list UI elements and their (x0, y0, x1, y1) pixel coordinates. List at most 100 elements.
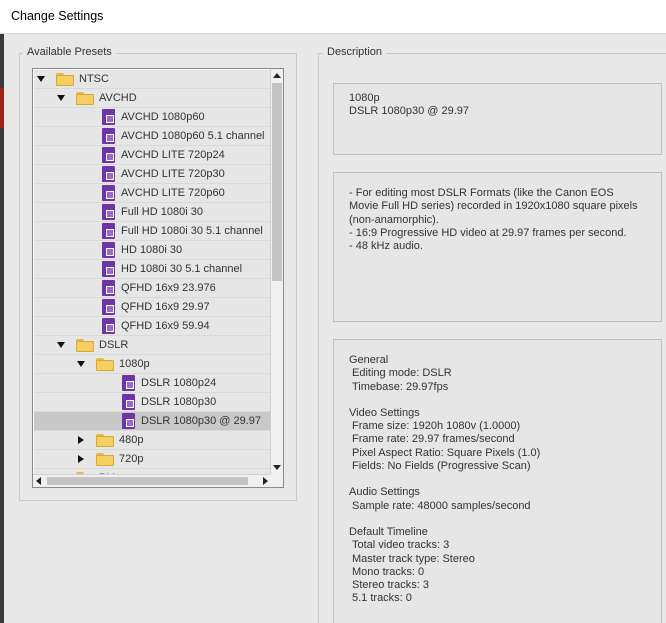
preset-label: Full HD 1080i 30 5.1 channel (121, 225, 263, 237)
arrow-up-icon (273, 73, 281, 78)
background-window-edge (0, 34, 4, 623)
folder-label: 720p (119, 453, 144, 465)
preset-file-icon (102, 280, 115, 296)
tree-folder-row[interactable]: 720p (34, 450, 271, 469)
expand-arrow-down-icon[interactable] (37, 76, 45, 82)
details-item: Timebase: 29.97fps (352, 380, 449, 393)
preset-label: DSLR 1080p30 @ 29.97 (141, 415, 262, 427)
presets-tree-rows: NTSC AVCHD AVCHD 1080p60 AVCHD 1080p60 5.1 … (34, 70, 271, 474)
arrow-left-icon[interactable] (36, 477, 41, 485)
folder-label: AVCHD (99, 92, 137, 104)
details-heading: Audio Settings (349, 486, 420, 499)
preset-label: HD 1080i 30 5.1 channel (121, 263, 243, 275)
tree-preset-row[interactable]: AVCHD LITE 720p24 (34, 146, 271, 165)
tree-folder-row[interactable]: DSLR (34, 336, 271, 355)
tree-preset-row[interactable]: DSLR 1080p30 @ 29.97 (34, 412, 271, 431)
preset-file-icon (122, 375, 135, 391)
notes-line: - For editing most DSLR Formats (like th… (349, 187, 614, 199)
notes-line: - 16:9 Progressive HD video at 29.97 fra… (349, 226, 627, 239)
folder-label: 1080p (119, 358, 150, 370)
tree-preset-row[interactable]: HD 1080i 30 (34, 241, 271, 260)
preset-label: AVCHD LITE 720p24 (121, 149, 225, 161)
description-details-box: General Editing mode: DSLR Timebase: 29.97… (333, 339, 662, 623)
tree-folder-row[interactable]: AVCHD (34, 89, 271, 108)
expand-arrow-right-icon[interactable] (78, 455, 84, 463)
tree-preset-row[interactable]: QFHD 16x9 29.97 (34, 298, 271, 317)
preset-label: HD 1080i 30 (121, 244, 183, 256)
summary-line: 1080p (349, 92, 380, 104)
tree-preset-row[interactable]: Full HD 1080i 30 (34, 203, 271, 222)
preset-file-icon (102, 147, 115, 163)
details-item: Editing mode: DSLR (352, 367, 452, 380)
folder-label: 480p (119, 434, 144, 446)
summary-line: DSLR 1080p30 @ 29.97 (349, 105, 470, 118)
tree-preset-row[interactable]: AVCHD LITE 720p30 (34, 165, 271, 184)
tree-preset-row[interactable]: QFHD 16x9 23.976 (34, 279, 271, 298)
details-item: Stereo tracks: 3 (352, 579, 430, 592)
preset-label: Full HD 1080i 30 (121, 206, 203, 218)
preset-label: AVCHD 1080p60 5.1 channel (121, 130, 265, 142)
tree-preset-row[interactable]: AVCHD 1080p60 5.1 channel (34, 127, 271, 146)
preset-label: DSLR 1080p24 (141, 377, 217, 389)
preset-file-icon (122, 394, 135, 410)
preset-file-icon (102, 185, 115, 201)
preset-label: AVCHD LITE 720p30 (121, 168, 225, 180)
tree-preset-row[interactable]: HD 1080i 30 5.1 channel (34, 260, 271, 279)
tree-folder-row[interactable]: 480p (34, 431, 271, 450)
preset-label: QFHD 16x9 29.97 (121, 301, 210, 313)
folder-label: NTSC (79, 73, 109, 85)
vertical-scroll-thumb[interactable] (272, 83, 282, 281)
tree-preset-row[interactable]: AVCHD 1080p60 (34, 108, 271, 127)
expand-arrow-right-icon[interactable] (78, 436, 84, 444)
preset-file-icon (102, 318, 115, 334)
preset-file-icon (102, 109, 115, 125)
details-item: Fields: No Fields (Progressive Scan) (352, 460, 531, 473)
tree-folder-row[interactable]: 1080p (34, 355, 271, 374)
description-label: Description (323, 46, 387, 58)
details-item: Pixel Aspect Ratio: Square Pixels (1.0) (352, 446, 541, 459)
preset-file-icon (102, 128, 115, 144)
preset-file-icon (102, 166, 115, 182)
horizontal-scrollbar[interactable] (33, 474, 271, 487)
tree-preset-row[interactable]: DSLR 1080p24 (34, 374, 271, 393)
expand-arrow-down-icon[interactable] (77, 361, 85, 367)
preset-file-icon (102, 204, 115, 220)
folder-label: DSLR (99, 339, 129, 351)
vertical-scrollbar[interactable] (270, 69, 283, 474)
details-item: Frame size: 1920h 1080v (1.0000) (352, 420, 521, 433)
scroll-up-button[interactable] (271, 70, 283, 82)
tree-preset-row[interactable]: QFHD 16x9 59.94 (34, 317, 271, 336)
expand-arrow-down-icon[interactable] (57, 95, 65, 101)
details-heading: Video Settings (349, 406, 420, 419)
horizontal-scroll-thumb[interactable] (47, 477, 248, 485)
details-item: Master track type: Stereo (352, 552, 475, 565)
preset-label: AVCHD 1080p60 (121, 111, 205, 123)
tree-preset-row[interactable]: DSLR 1080p30 (34, 393, 271, 412)
description-summary-box: 1080p DSLR 1080p30 @ 29.97 (333, 83, 662, 155)
preset-file-icon (102, 261, 115, 277)
tree-preset-row[interactable]: AVCHD LITE 720p60 (34, 184, 271, 203)
preset-file-icon (122, 413, 135, 429)
title-bar: Change Settings (0, 0, 666, 34)
details-heading: Default Timeline (349, 525, 428, 538)
folder-icon (96, 358, 114, 371)
expand-arrow-down-icon[interactable] (57, 342, 65, 348)
folder-icon (76, 92, 94, 105)
preset-file-icon (102, 223, 115, 239)
details-item: Sample rate: 48000 samples/second (352, 499, 531, 512)
presets-tree[interactable]: NTSC AVCHD AVCHD 1080p60 AVCHD 1080p60 5.1 … (32, 68, 284, 488)
notes-line: - 48 kHz audio. (349, 240, 423, 253)
scrollbar-corner (270, 474, 283, 487)
details-item: Total video tracks: 3 (352, 539, 450, 552)
tree-folder-row[interactable]: NTSC (34, 70, 271, 89)
tree-preset-row[interactable]: Full HD 1080i 30 5.1 channel (34, 222, 271, 241)
preset-label: AVCHD LITE 720p60 (121, 187, 225, 199)
arrow-down-icon (273, 465, 281, 470)
details-heading: General (349, 354, 389, 366)
preset-file-icon (102, 299, 115, 315)
scroll-down-button[interactable] (271, 461, 283, 473)
preset-label: DSLR 1080p30 (141, 396, 217, 408)
arrow-right-icon[interactable] (263, 477, 268, 485)
notes-line: Movie Full HD series) recorded in 1920x1… (349, 200, 638, 213)
preset-file-icon (102, 242, 115, 258)
